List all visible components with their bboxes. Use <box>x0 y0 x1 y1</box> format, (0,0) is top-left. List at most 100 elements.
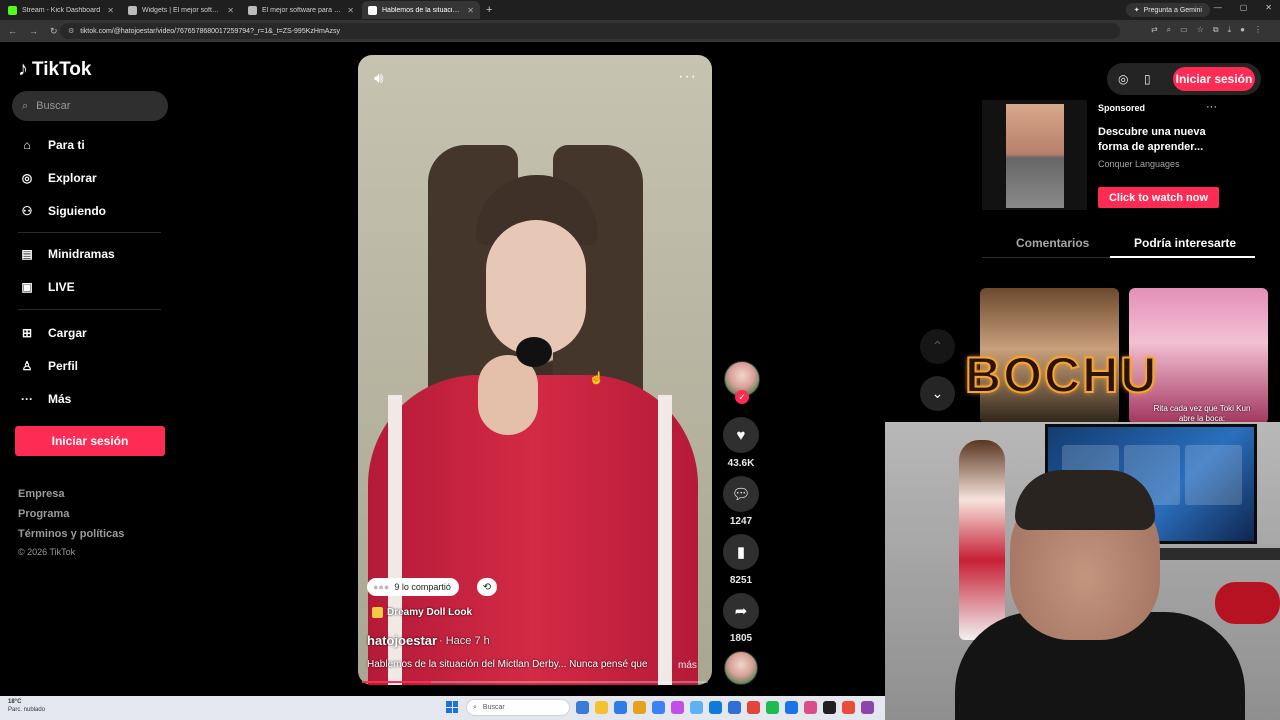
taskbar-app-icon[interactable] <box>709 701 722 714</box>
like-count: 43.6K <box>727 458 755 469</box>
search-icon: ⌕ <box>473 703 477 711</box>
close-tab-icon[interactable]: ✕ <box>347 6 354 15</box>
browser-tab-active[interactable]: Hablemos de la situación del M ✕ <box>362 1 480 19</box>
back-icon[interactable]: ← <box>8 26 17 37</box>
sidebar-item-minidramas[interactable]: ▤ Minidramas <box>18 243 168 265</box>
weather-widget[interactable]: 18°C Parc. nublado <box>8 698 45 714</box>
tab-podria-interesarte[interactable]: Podría interesarte <box>1134 236 1236 250</box>
taskbar-app-icon[interactable] <box>842 701 855 714</box>
video-progress-bar[interactable] <box>362 681 708 683</box>
webcam-person-hair <box>1015 470 1155 530</box>
search-input[interactable]: ⌕ Buscar <box>12 91 168 121</box>
video-progress-fill <box>362 681 432 683</box>
sidebar-item-siguiendo[interactable]: ⚇ Siguiendo <box>18 200 168 222</box>
sidebar-item-perfil[interactable]: ♙ Perfil <box>18 355 168 377</box>
site-favicon-icon <box>128 5 137 15</box>
comment-button[interactable]: 💬︎ <box>723 476 759 512</box>
windows-start-icon[interactable] <box>446 701 458 713</box>
browser-tab[interactable]: Widgets | El mejor software pa ✕ <box>122 1 240 19</box>
tab-title: Widgets | El mejor software pa <box>142 6 222 14</box>
ad-thumbnail[interactable] <box>1006 104 1064 208</box>
browser-tab[interactable]: Stream - Kick Dashboard ✕ <box>2 1 120 19</box>
taskbar-app-icon[interactable] <box>576 701 589 714</box>
new-tab-button[interactable]: + <box>486 4 492 16</box>
forward-icon[interactable]: → <box>29 26 38 37</box>
extensions-icon[interactable]: ⧉ <box>1213 25 1219 35</box>
effect-tag[interactable]: Dreamy Doll Look <box>372 607 472 618</box>
more-options-icon[interactable]: ··· <box>678 68 697 86</box>
share-button[interactable]: ➦ <box>723 593 759 629</box>
download-icon[interactable]: ⤓ <box>1228 25 1232 35</box>
sidebar-item-mas[interactable]: ··· Más <box>18 388 168 410</box>
save-count: 8251 <box>729 575 753 586</box>
gemini-button[interactable]: ✦ Pregunta a Gemini <box>1125 3 1210 17</box>
taskbar-search[interactable]: ⌕ Buscar <box>466 699 570 716</box>
taskbar-app-icon[interactable] <box>785 701 798 714</box>
save-button[interactable]: ▮ <box>723 534 759 570</box>
sidebar-item-label: Cargar <box>48 326 87 340</box>
taskbar-app-icon[interactable] <box>690 701 703 714</box>
sidebar-item-explorar[interactable]: ◎ Explorar <box>18 167 168 189</box>
login-button-sidebar[interactable]: Iniciar sesión <box>15 426 165 456</box>
ad-cta-button[interactable]: Click to watch now <box>1098 187 1219 208</box>
menu-icon[interactable]: ⋮ <box>1254 25 1262 35</box>
previous-video-button[interactable]: ⌃ <box>920 329 955 364</box>
video-author[interactable]: hatojoestar <box>367 633 437 648</box>
taskbar-app-icon[interactable] <box>633 701 646 714</box>
like-button[interactable]: ♥ <box>723 417 759 453</box>
taskbar-app-icon[interactable] <box>823 701 836 714</box>
sidebar-item-para-ti[interactable]: ⌂ Para ti <box>18 134 168 156</box>
browser-tab[interactable]: El mejor software para potencia ✕ <box>242 1 360 19</box>
tab-comentarios[interactable]: Comentarios <box>1016 236 1089 250</box>
sidebar-item-label: Siguiendo <box>48 204 106 218</box>
more-description-button[interactable]: más <box>678 660 697 671</box>
taskbar-app-icon[interactable] <box>652 701 665 714</box>
comment-icon: 💬︎ <box>731 486 751 503</box>
start-tile <box>452 701 458 707</box>
taskbar-app-icon[interactable] <box>728 701 741 714</box>
cast-icon[interactable]: ▭ <box>1180 25 1188 35</box>
bookmark-star-icon[interactable]: ☆ <box>1197 25 1204 35</box>
footer-link-terminos[interactable]: Términos y políticas <box>18 528 124 540</box>
zoom-icon[interactable]: ⌕ <box>1167 25 1171 35</box>
translate-icon[interactable]: ⇄ <box>1151 25 1158 35</box>
footer-link-programa[interactable]: Programa <box>18 508 69 520</box>
profile-avatar-icon[interactable]: ● <box>1240 25 1245 35</box>
taskbar-app-icon[interactable] <box>747 701 760 714</box>
mobile-app-icon[interactable]: ▯ <box>1144 72 1151 86</box>
compass-icon: ◎ <box>21 171 33 185</box>
tiktok-logo[interactable]: ♪ TikTok <box>18 58 91 81</box>
taskbar-app-icon[interactable] <box>861 701 874 714</box>
login-button-header[interactable]: Iniciar sesión <box>1173 67 1255 91</box>
taskbar-app-icon[interactable] <box>766 701 779 714</box>
site-info-icon[interactable]: ⚙ <box>68 27 74 35</box>
sidebar-item-label: Minidramas <box>48 247 115 261</box>
footer-link-empresa[interactable]: Empresa <box>18 488 64 500</box>
maximize-icon[interactable]: ▢ <box>1240 3 1248 12</box>
sidebar-item-cargar[interactable]: ⊞ Cargar <box>18 322 168 344</box>
taskbar-app-icon[interactable] <box>595 701 608 714</box>
volume-icon[interactable]: 🔊︎ <box>374 70 383 87</box>
sound-disc[interactable] <box>724 651 758 685</box>
shared-badge[interactable]: ●●● 9 lo compartió <box>367 578 459 596</box>
close-tab-icon[interactable]: ✕ <box>467 6 474 15</box>
shared-avatars-icon: ●●● <box>373 582 390 592</box>
coins-icon[interactable]: ◎ <box>1118 72 1128 86</box>
taskbar-app-icon[interactable] <box>804 701 817 714</box>
reload-icon[interactable]: ↻ <box>50 26 58 37</box>
minimize-icon[interactable]: — <box>1214 3 1222 12</box>
taskbar-app-icon[interactable] <box>614 701 627 714</box>
ad-more-icon[interactable]: ··· <box>1206 101 1217 113</box>
address-bar[interactable]: ⚙ tiktok.com/@hatojoestar/video/76765786… <box>60 23 1120 39</box>
video-time: · Hace 7 h <box>439 635 490 647</box>
close-window-icon[interactable]: ✕ <box>1265 3 1272 12</box>
sidebar-item-label: Para ti <box>48 138 85 152</box>
taskbar-app-icon[interactable] <box>671 701 684 714</box>
ad-title[interactable]: Descubre una nueva forma de aprender... <box>1098 125 1218 155</box>
close-tab-icon[interactable]: ✕ <box>227 6 234 15</box>
next-video-button[interactable]: ⌄ <box>920 376 955 411</box>
follow-plus-icon[interactable]: ✓ <box>735 390 749 404</box>
repost-icon[interactable]: ⟲ <box>477 578 497 596</box>
sidebar-item-live[interactable]: ▣ LIVE <box>18 276 168 298</box>
close-tab-icon[interactable]: ✕ <box>107 6 114 15</box>
